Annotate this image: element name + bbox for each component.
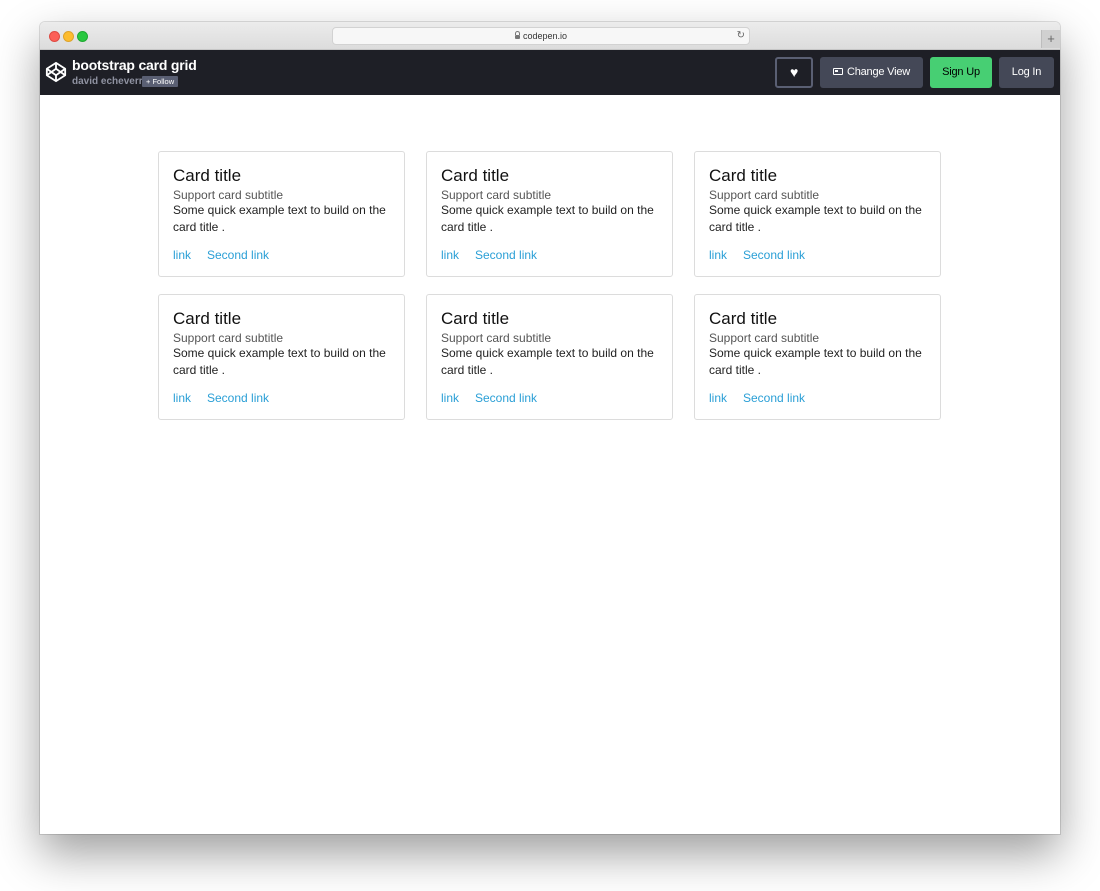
card-text: Some quick example text to build on the …: [709, 203, 922, 234]
change-view-label: Change View: [846, 66, 911, 78]
card-title: Card title: [441, 309, 510, 328]
browser-titlebar: codepen.io ↻ +: [40, 22, 1060, 50]
card-text: Some quick example text to build on the …: [441, 346, 654, 377]
address-url: codepen.io: [522, 31, 568, 41]
heart-button[interactable]: ♥: [775, 57, 813, 88]
card-link[interactable]: link: [173, 248, 191, 262]
card-link[interactable]: link: [173, 391, 191, 405]
card-title: Card title: [709, 166, 778, 185]
card-title: Card title: [173, 309, 242, 328]
change-view-button[interactable]: Change View: [820, 57, 923, 88]
lock-icon: [514, 31, 520, 39]
card-link[interactable]: link: [441, 248, 459, 262]
card-second-link[interactable]: Second link: [207, 391, 269, 405]
card: Card title Support card subtitle Some qu…: [694, 294, 941, 420]
reload-icon[interactable]: ↻: [737, 28, 745, 44]
card-subtitle: Support card subtitle: [441, 331, 552, 345]
card-text: Some quick example text to build on the …: [441, 203, 654, 234]
card-subtitle: Support card subtitle: [709, 331, 820, 345]
card-text: Some quick example text to build on the …: [173, 203, 386, 234]
card-title: Card title: [173, 166, 242, 185]
card-text: Some quick example text to build on the …: [709, 346, 922, 377]
card-subtitle: Support card subtitle: [173, 331, 284, 345]
card-second-link[interactable]: Second link: [743, 248, 805, 262]
close-window-button[interactable]: [49, 31, 60, 42]
card: Card title Support card subtitle Some qu…: [426, 294, 673, 420]
card-link[interactable]: link: [441, 391, 459, 405]
card-link[interactable]: link: [709, 391, 727, 405]
card-link[interactable]: link: [709, 248, 727, 262]
card-title: Card title: [709, 309, 778, 328]
card-second-link[interactable]: Second link: [207, 248, 269, 262]
heart-icon: ♥: [789, 64, 799, 80]
codepen-logo-icon[interactable]: [45, 61, 67, 83]
pen-title[interactable]: bootstrap card grid: [72, 57, 197, 73]
follow-button[interactable]: + Follow: [142, 76, 179, 87]
card-second-link[interactable]: Second link: [743, 391, 805, 405]
codepen-header: bootstrap card grid david echeverri + Fo…: [40, 50, 1060, 95]
card-subtitle: Support card subtitle: [173, 188, 284, 202]
card-text: Some quick example text to build on the …: [173, 346, 386, 377]
maximize-window-button[interactable]: [77, 31, 88, 42]
card-subtitle: Support card subtitle: [441, 188, 552, 202]
address-bar[interactable]: codepen.io ↻: [332, 27, 750, 45]
pen-author[interactable]: david echeverri: [72, 76, 145, 87]
card-second-link[interactable]: Second link: [475, 391, 537, 405]
new-tab-button[interactable]: +: [1041, 30, 1060, 48]
card: Card title Support card subtitle Some qu…: [694, 151, 941, 277]
card: Card title Support card subtitle Some qu…: [158, 151, 405, 277]
card: Card title Support card subtitle Some qu…: [158, 294, 405, 420]
sign-up-button[interactable]: Sign Up: [930, 57, 992, 88]
minimize-window-button[interactable]: [63, 31, 74, 42]
card-subtitle: Support card subtitle: [709, 188, 820, 202]
change-view-icon: [832, 67, 843, 75]
preview-content: Card title Support card subtitle Some qu…: [40, 95, 1060, 834]
card-second-link[interactable]: Second link: [475, 248, 537, 262]
log-in-button[interactable]: Log In: [999, 57, 1054, 88]
browser-window: codepen.io ↻ + bootstrap card grid david…: [40, 22, 1060, 834]
card-title: Card title: [441, 166, 510, 185]
card: Card title Support card subtitle Some qu…: [426, 151, 673, 277]
